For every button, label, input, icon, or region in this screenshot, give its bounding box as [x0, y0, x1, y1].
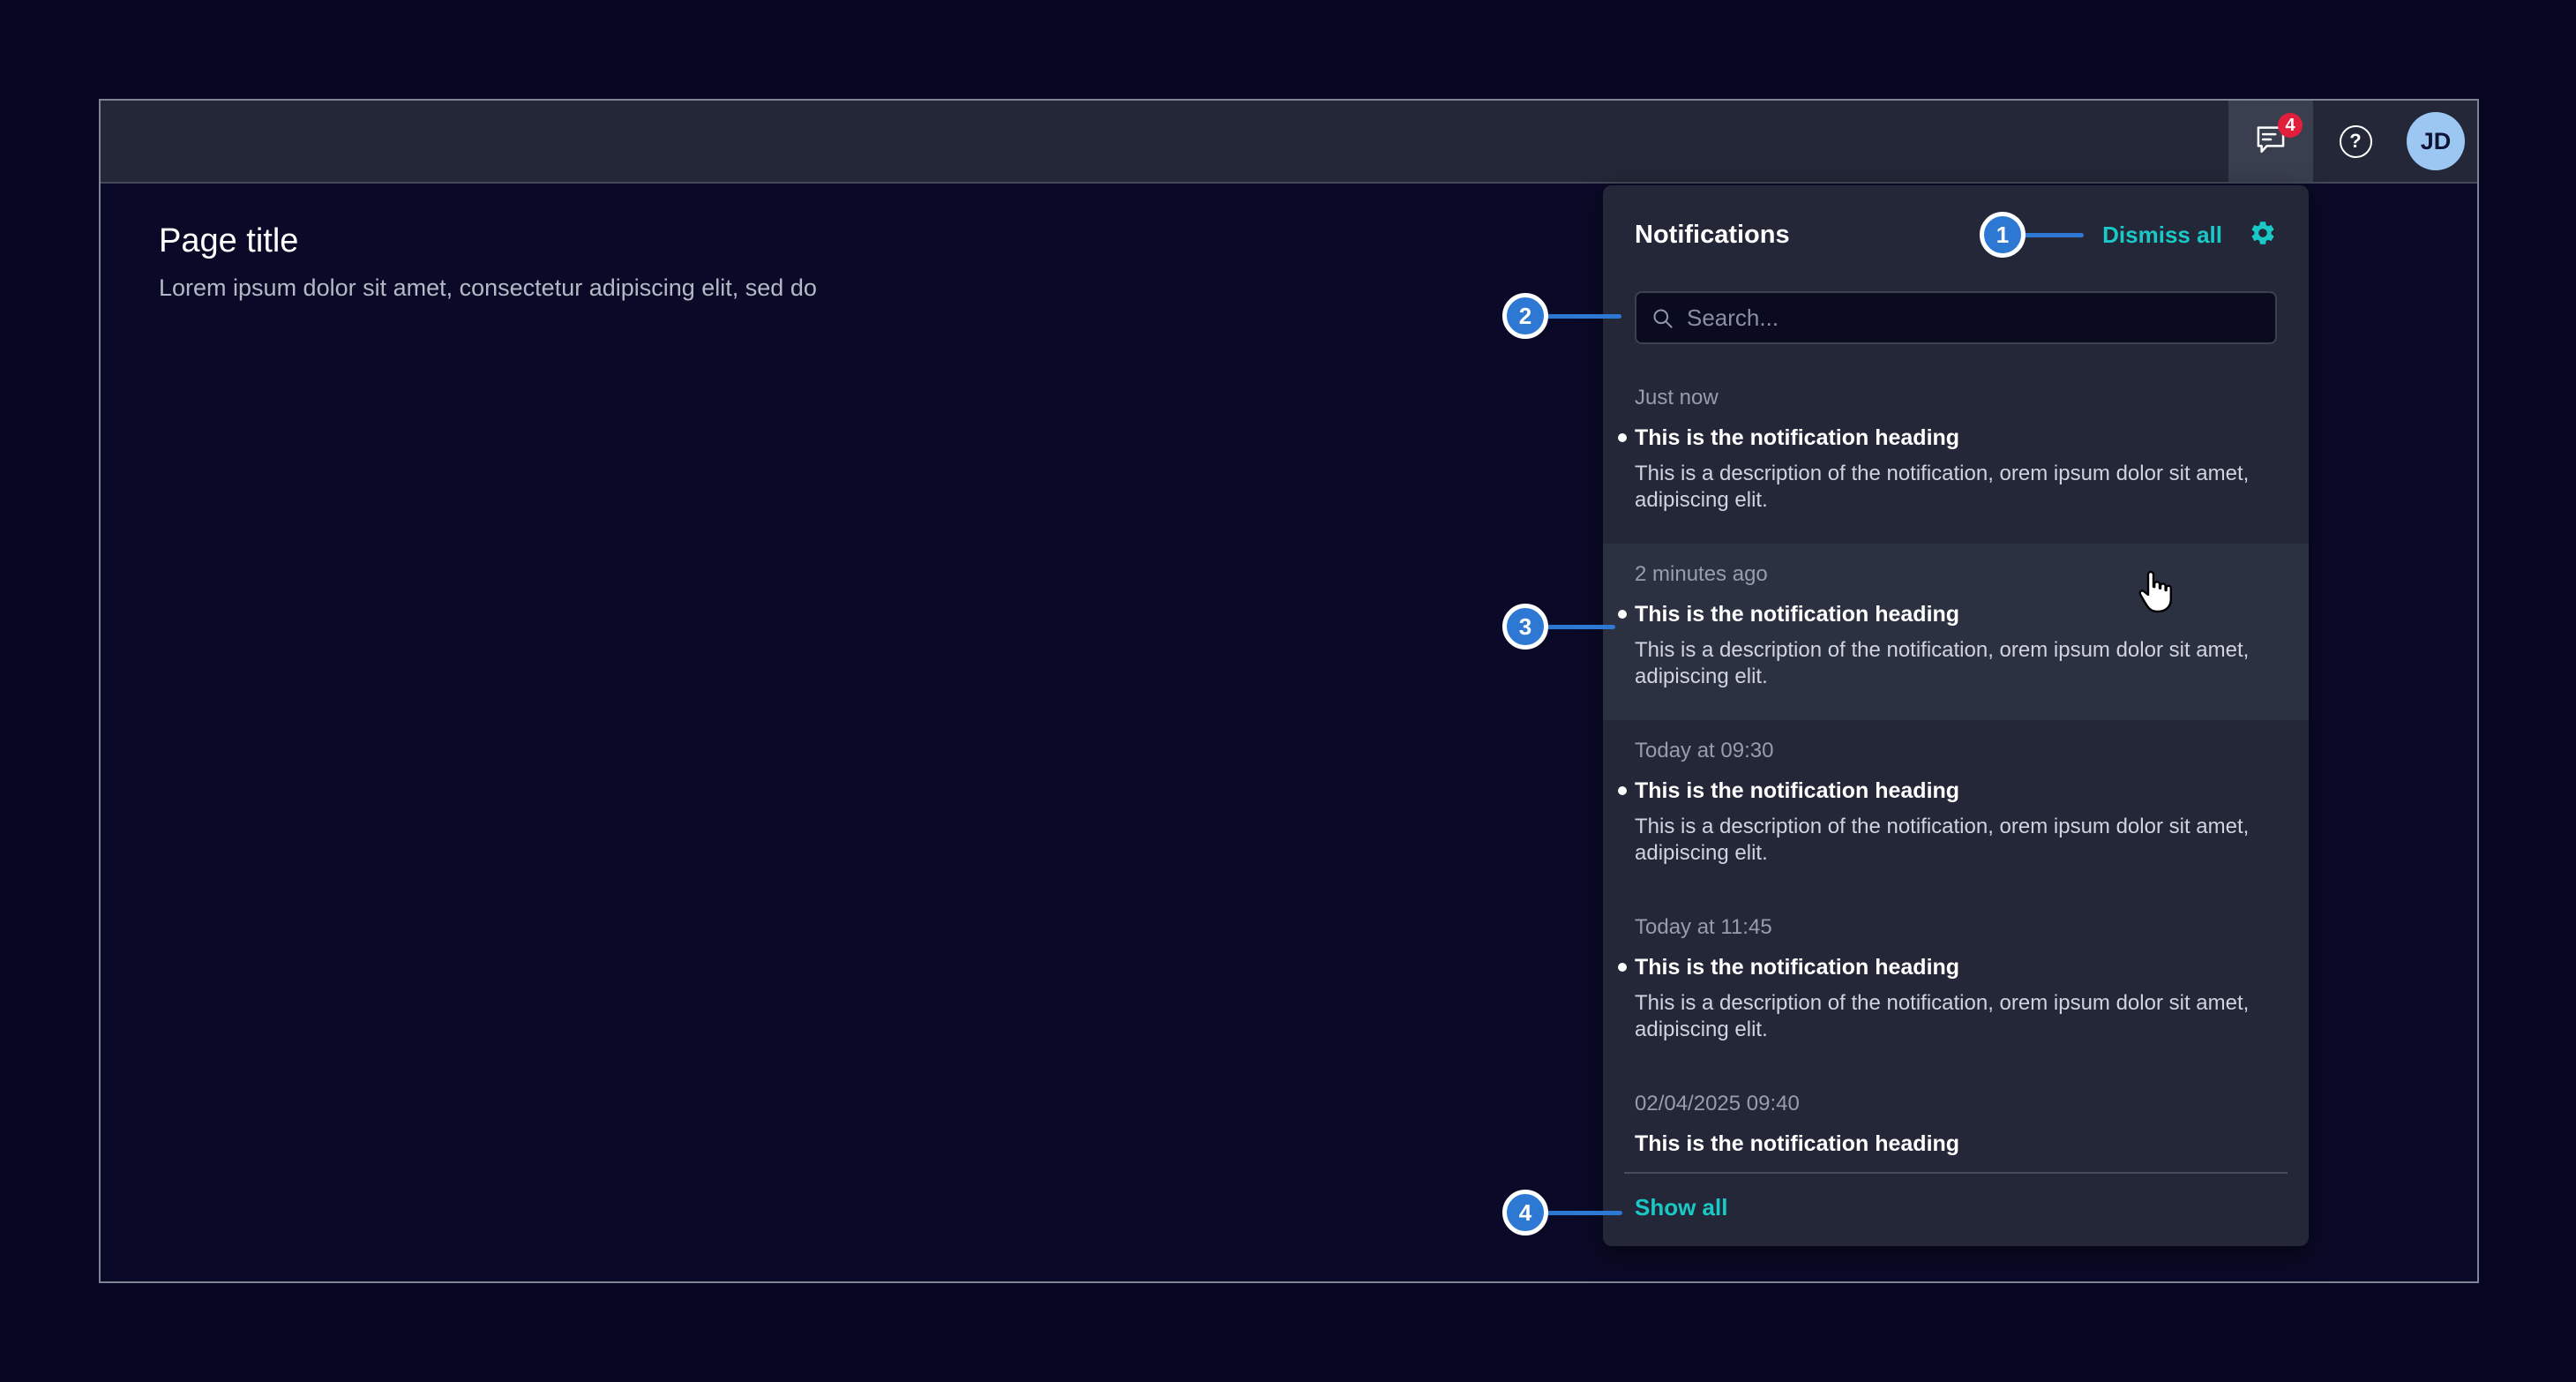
- notifications-button[interactable]: 4: [2228, 101, 2313, 182]
- notification-heading: This is the notification heading: [1635, 600, 2277, 628]
- callout-1-line: [2022, 233, 2084, 237]
- dismiss-all-link[interactable]: Dismiss all: [2102, 222, 2222, 249]
- notifications-panel: Notifications Dismiss all Just now This …: [1603, 185, 2309, 1246]
- notification-count-badge: 4: [2278, 113, 2303, 138]
- gear-icon: [2249, 219, 2277, 252]
- callout-2-line: [1545, 314, 1621, 319]
- callout-4-line: [1545, 1211, 1622, 1215]
- search-icon: [1651, 306, 1674, 330]
- notification-heading: This is the notification heading: [1635, 777, 2277, 805]
- notification-description: This is a description of the notificatio…: [1635, 814, 2277, 867]
- notification-heading-text: This is the notification heading: [1635, 1131, 1959, 1156]
- notification-description: This is a description of the notificatio…: [1635, 637, 2277, 690]
- notification-item[interactable]: Just now This is the notification headin…: [1603, 367, 2309, 544]
- notification-heading-text: This is the notification heading: [1635, 955, 1959, 980]
- notification-list: Just now This is the notification headin…: [1603, 367, 2309, 1172]
- notification-heading: This is the notification heading: [1635, 424, 2277, 452]
- help-button[interactable]: ?: [2313, 101, 2398, 182]
- notification-timestamp: 02/04/2025 09:40: [1635, 1091, 2277, 1117]
- notification-heading-text: This is the notification heading: [1635, 425, 1959, 450]
- callout-3: 3: [1502, 604, 1548, 650]
- callout-3-line: [1545, 625, 1615, 629]
- notification-item[interactable]: Today at 09:30 This is the notification …: [1603, 720, 2309, 897]
- show-all-link[interactable]: Show all: [1635, 1194, 1727, 1221]
- callout-1: 1: [1980, 212, 2026, 258]
- callout-4: 4: [1502, 1190, 1548, 1236]
- search-input[interactable]: [1687, 304, 2261, 332]
- notification-item[interactable]: 2 minutes ago This is the notification h…: [1603, 544, 2309, 720]
- question-icon: ?: [2340, 125, 2372, 158]
- notification-heading-text: This is the notification heading: [1635, 778, 1959, 803]
- notification-timestamp: Today at 11:45: [1635, 914, 2277, 941]
- settings-button[interactable]: [2249, 219, 2277, 252]
- notification-item[interactable]: Today at 11:45 This is the notification …: [1603, 897, 2309, 1073]
- unread-dot: [1618, 963, 1627, 972]
- notification-heading-text: This is the notification heading: [1635, 602, 1959, 627]
- notifications-panel-header: Notifications Dismiss all: [1603, 185, 2309, 258]
- callout-2: 2: [1502, 293, 1548, 339]
- notification-item[interactable]: 02/04/2025 09:40 This is the notificatio…: [1603, 1073, 2309, 1172]
- unread-dot: [1618, 433, 1627, 442]
- search-box: [1635, 291, 2277, 344]
- notification-timestamp: 2 minutes ago: [1635, 561, 2277, 588]
- notification-heading: This is the notification heading: [1635, 953, 2277, 981]
- unread-dot: [1618, 786, 1627, 795]
- avatar[interactable]: JD: [2407, 112, 2465, 170]
- notification-timestamp: Just now: [1635, 385, 2277, 411]
- unread-dot: [1618, 610, 1627, 619]
- notification-description: This is a description of the notificatio…: [1635, 990, 2277, 1043]
- panel-footer: Show all: [1603, 1174, 2309, 1241]
- mouse-cursor-icon: [2135, 569, 2177, 620]
- app-header: 4 ? JD: [101, 101, 2477, 184]
- notification-description: This is a description of the notificatio…: [1635, 461, 2277, 514]
- notification-timestamp: Today at 09:30: [1635, 738, 2277, 764]
- notification-heading: This is the notification heading: [1635, 1130, 2277, 1158]
